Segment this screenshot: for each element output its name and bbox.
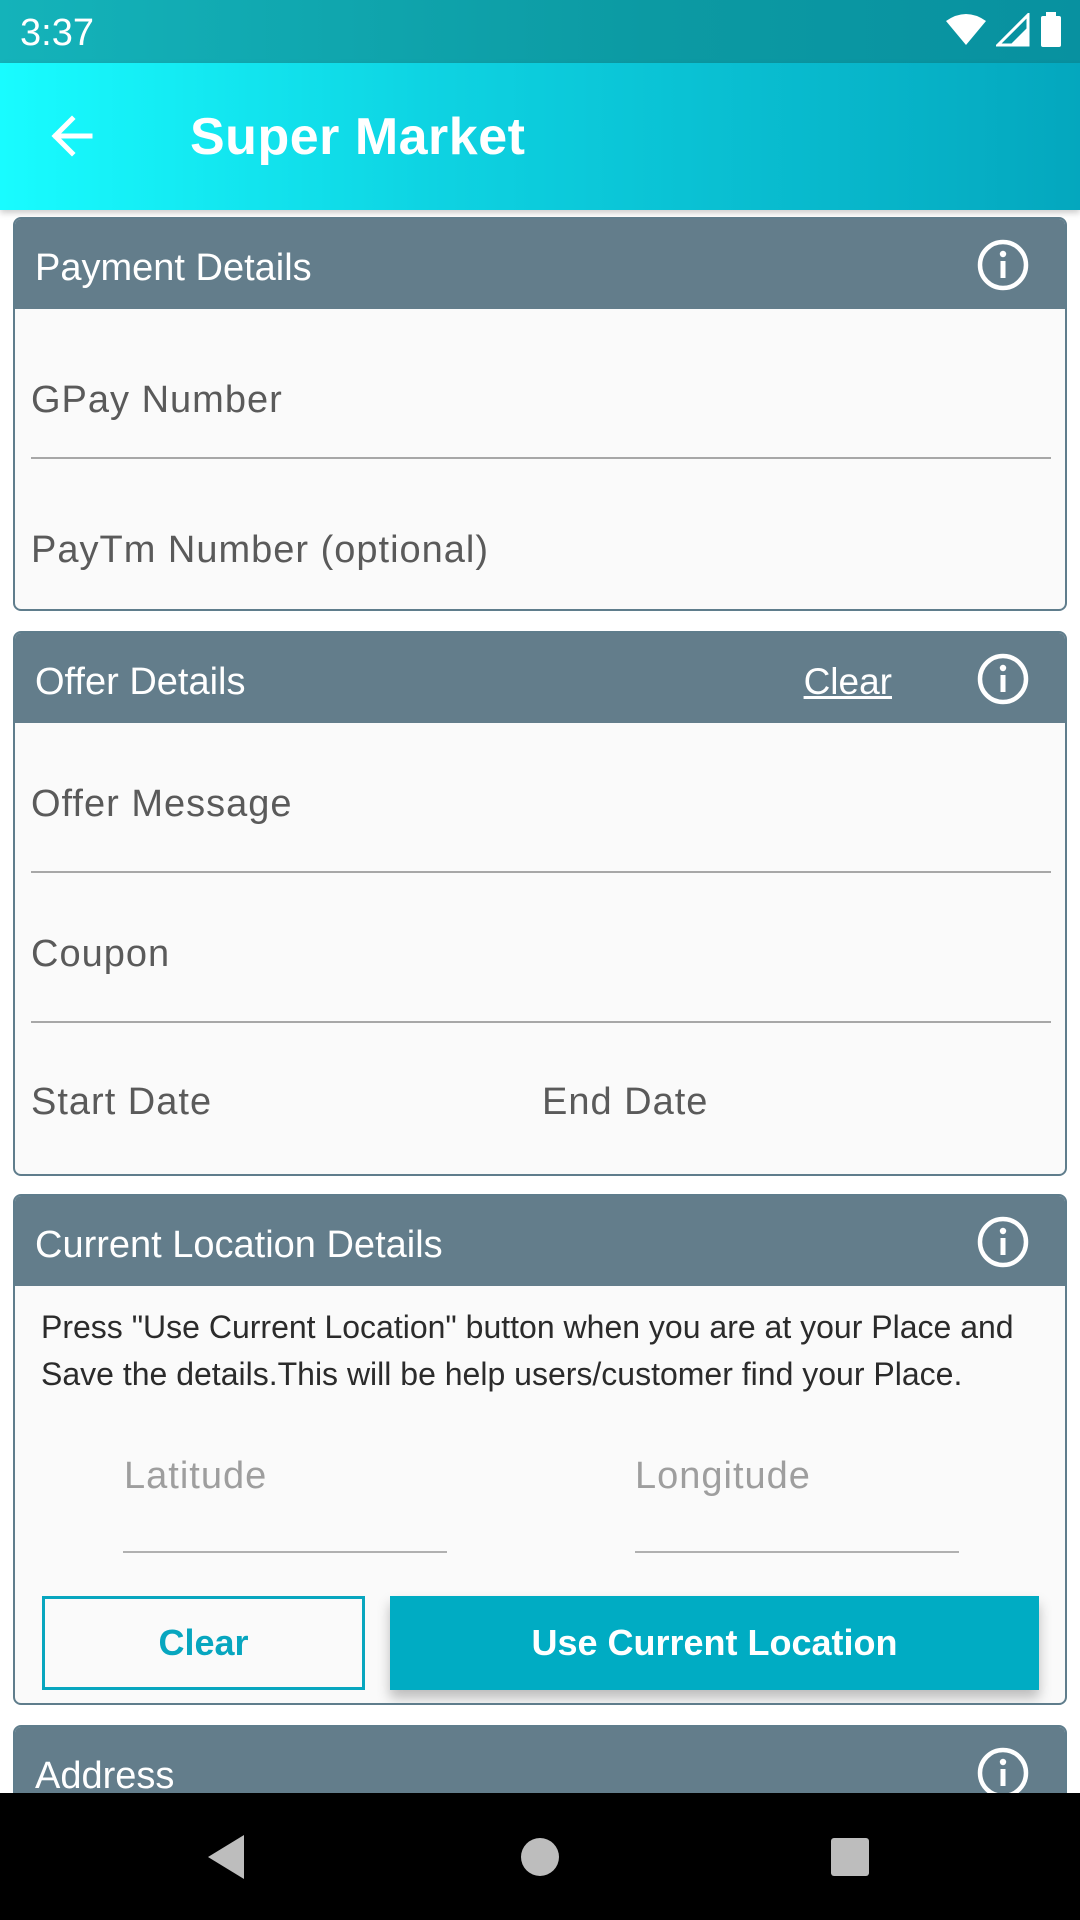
system-nav-bar [0, 1793, 1080, 1920]
gpay-number-label: GPay Number [31, 379, 283, 421]
payment-details-title: Payment Details [35, 247, 312, 289]
offer-clear-link[interactable]: Clear [804, 661, 892, 703]
offer-details-card: Offer Details Clear Offer Message Coupon… [13, 631, 1067, 1176]
gpay-number-field[interactable]: GPay Number [31, 309, 1051, 459]
location-details-header: Current Location Details [15, 1196, 1065, 1286]
start-date-label: Start Date [31, 1081, 213, 1123]
coupon-field[interactable]: Coupon [31, 873, 1051, 1023]
paytm-number-field[interactable]: PayTm Number (optional) [31, 459, 1051, 609]
end-date-field[interactable]: End Date [542, 1023, 1051, 1173]
offer-details-header: Offer Details Clear [15, 633, 1065, 723]
location-details-title: Current Location Details [35, 1224, 443, 1266]
info-icon[interactable] [976, 1746, 1030, 1800]
longitude-field[interactable] [635, 1551, 959, 1553]
info-icon[interactable] [976, 238, 1030, 292]
coupon-label: Coupon [31, 933, 171, 975]
location-instructions: Press "Use Current Location" button when… [41, 1309, 1014, 1392]
nav-recents-icon[interactable] [818, 1825, 882, 1889]
start-date-field[interactable]: Start Date [31, 1023, 525, 1173]
latitude-field[interactable] [123, 1551, 447, 1553]
screen: 3:37 Super Market Payment Details GPay N… [0, 0, 1080, 1920]
wifi-icon [946, 14, 986, 45]
nav-back-icon[interactable] [196, 1825, 260, 1889]
offer-message-label: Offer Message [31, 783, 293, 825]
address-title: Address [35, 1755, 175, 1797]
status-bar: 3:37 [0, 0, 1080, 63]
info-icon[interactable] [976, 652, 1030, 706]
payment-details-header: Payment Details [15, 219, 1065, 309]
arrow-back-icon[interactable] [40, 103, 106, 169]
paytm-number-label: PayTm Number (optional) [31, 529, 490, 571]
battery-icon [1041, 12, 1061, 47]
status-icons [946, 12, 1062, 48]
info-icon[interactable] [976, 1215, 1030, 1269]
offer-details-title: Offer Details [35, 661, 246, 703]
use-current-location-button[interactable]: Use Current Location [390, 1596, 1039, 1690]
longitude-label: Longitude [635, 1455, 811, 1497]
location-clear-button[interactable]: Clear [42, 1596, 365, 1690]
page-title: Super Market [190, 108, 526, 166]
location-details-card: Current Location Details Press "Use Curr… [13, 1194, 1067, 1705]
cell-signal-icon [996, 13, 1030, 47]
status-time: 3:37 [20, 12, 94, 54]
latitude-label: Latitude [124, 1455, 268, 1497]
offer-message-field[interactable]: Offer Message [31, 723, 1051, 873]
payment-details-card: Payment Details GPay Number PayTm Number… [13, 217, 1067, 611]
app-bar: Super Market [0, 63, 1080, 210]
nav-home-icon[interactable] [508, 1825, 572, 1889]
end-date-label: End Date [542, 1081, 709, 1123]
